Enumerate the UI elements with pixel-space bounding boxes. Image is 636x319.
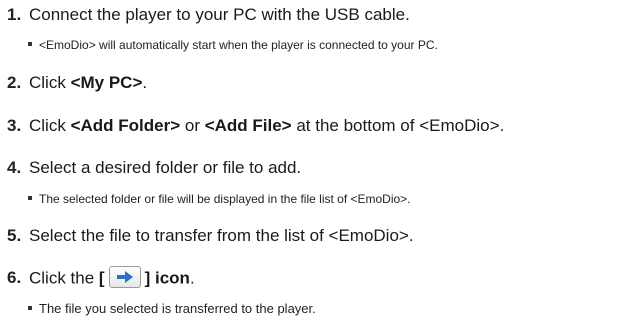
step-text-pre: Click — [29, 73, 71, 92]
bracket-open: [ — [98, 268, 105, 288]
step-2: 2. Click <My PC>. — [7, 73, 147, 93]
step-number: 5. — [7, 226, 22, 245]
add-folder-label: <Add Folder> — [70, 116, 181, 135]
add-file-label: <Add File> — [204, 116, 292, 135]
step-text: Connect the player to your PC with the U… — [29, 5, 410, 24]
step-number: 4. — [7, 158, 22, 177]
step-text-post: . — [142, 73, 148, 92]
step-text-pre: Click — [29, 116, 71, 135]
bullet-icon — [28, 305, 32, 310]
step-text-post: at the bottom of <EmoDio>. — [291, 116, 505, 135]
note-text: The selected folder or file will be disp… — [39, 192, 411, 206]
step-text: Select the file to transfer from the lis… — [29, 226, 414, 245]
bullet-icon — [28, 41, 32, 46]
step-6-note: The file you selected is transferred to … — [28, 302, 316, 316]
step-text-pre: Click the — [29, 268, 99, 288]
transfer-button-image — [108, 266, 141, 288]
bullet-icon — [28, 195, 32, 200]
note-text: <EmoDio> will automatically start when t… — [39, 38, 438, 52]
step-number: 1. — [7, 5, 22, 24]
step-1-note: <EmoDio> will automatically start when t… — [28, 38, 438, 52]
step-number: 3. — [7, 116, 22, 135]
step-6: 6. Click the [ ] icon. — [7, 266, 195, 290]
step-text-post: . — [189, 268, 195, 288]
step-4: 4. Select a desired folder or file to add… — [7, 158, 301, 178]
right-arrow-icon — [116, 271, 133, 283]
icon-label: ] icon — [144, 268, 190, 288]
step-1: 1. Connect the player to your PC with the… — [7, 5, 410, 25]
step-3: 3. Click <Add Folder> or <Add File> at th… — [7, 116, 504, 136]
step-4-note: The selected folder or file will be disp… — [28, 192, 411, 206]
step-number: 6. — [7, 268, 22, 288]
my-pc-label: <My PC> — [70, 73, 143, 92]
step-text-mid: or — [180, 116, 205, 135]
step-number: 2. — [7, 73, 22, 92]
step-5: 5. Select the file to transfer from the l… — [7, 226, 414, 246]
step-text: Select a desired folder or file to add. — [29, 158, 302, 177]
note-text: The file you selected is transferred to … — [39, 301, 316, 316]
